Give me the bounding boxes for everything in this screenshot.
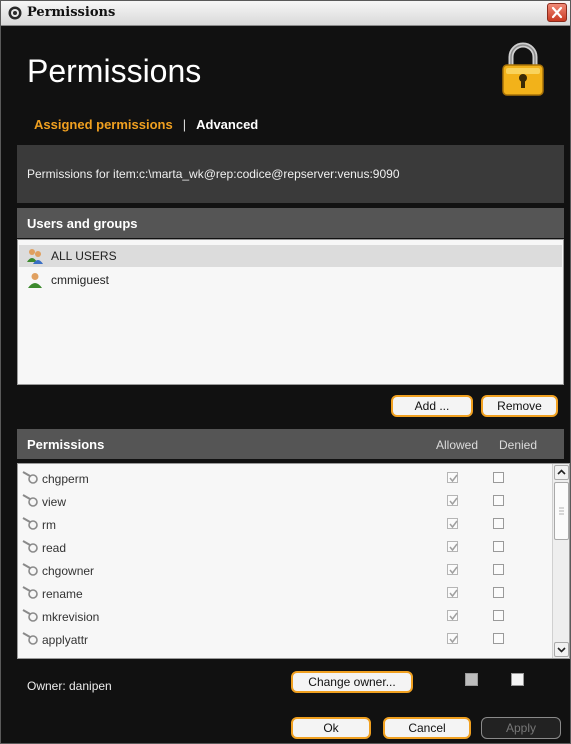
permission-name: chgowner bbox=[42, 564, 95, 578]
allowed-checkbox[interactable] bbox=[447, 633, 458, 644]
tab-separator: | bbox=[182, 117, 187, 132]
users-list[interactable]: ALL USERS cmmiguest bbox=[17, 239, 564, 385]
close-icon bbox=[551, 6, 563, 19]
permission-name: view bbox=[42, 495, 67, 509]
permissions-window: Permissions Permissions Assigned permiss… bbox=[0, 0, 571, 744]
list-item-all-users[interactable]: ALL USERS bbox=[19, 245, 562, 267]
close-button[interactable] bbox=[547, 3, 567, 22]
page-title: Permissions bbox=[27, 53, 202, 89]
scroll-thumb[interactable] bbox=[554, 482, 569, 540]
item-path-bar: Permissions for item:c:\marta_wk@rep:cod… bbox=[17, 145, 564, 203]
lock-icon bbox=[501, 41, 545, 97]
allowed-all-checkbox[interactable] bbox=[465, 673, 478, 686]
user-name: cmmiguest bbox=[51, 273, 110, 287]
permission-name: read bbox=[42, 541, 67, 555]
remove-user-button[interactable]: Remove bbox=[481, 395, 558, 417]
permissions-list[interactable]: chgperm view rm read chgowner rename mkr… bbox=[17, 463, 570, 659]
permission-row[interactable]: applyattr bbox=[18, 628, 550, 651]
permission-name: rename bbox=[42, 587, 83, 601]
denied-all-checkbox[interactable] bbox=[511, 673, 524, 686]
denied-checkbox[interactable] bbox=[493, 495, 504, 506]
allowed-checkbox[interactable] bbox=[447, 610, 458, 621]
owner-label: Owner: danipen bbox=[27, 679, 112, 693]
key-icon bbox=[21, 540, 39, 554]
grip-icon bbox=[559, 507, 564, 515]
allowed-checkbox[interactable] bbox=[447, 495, 458, 506]
cancel-button[interactable]: Cancel bbox=[383, 717, 471, 739]
key-icon bbox=[21, 494, 39, 508]
permission-row[interactable]: mkrevision bbox=[18, 605, 550, 628]
scroll-down-button[interactable] bbox=[554, 642, 569, 657]
denied-checkbox[interactable] bbox=[493, 587, 504, 598]
scroll-up-button[interactable] bbox=[554, 465, 569, 480]
ok-button[interactable]: Ok bbox=[291, 717, 371, 739]
key-icon bbox=[21, 563, 39, 577]
denied-checkbox[interactable] bbox=[493, 518, 504, 529]
allowed-checkbox[interactable] bbox=[447, 564, 458, 575]
add-user-button[interactable]: Add ... bbox=[391, 395, 473, 417]
list-item-cmmiguest[interactable]: cmmiguest bbox=[19, 269, 562, 291]
allowed-checkbox[interactable] bbox=[447, 518, 458, 529]
allowed-checkbox[interactable] bbox=[447, 541, 458, 552]
key-icon bbox=[21, 471, 39, 485]
key-icon bbox=[21, 517, 39, 531]
allowed-column-header: Allowed bbox=[436, 438, 479, 452]
permissions-scrollbar[interactable] bbox=[552, 464, 569, 658]
denied-checkbox[interactable] bbox=[493, 610, 504, 621]
denied-checkbox[interactable] bbox=[493, 541, 504, 552]
permission-row[interactable]: view bbox=[18, 490, 550, 513]
group-icon bbox=[27, 248, 43, 264]
key-icon bbox=[21, 632, 39, 646]
permission-name: mkrevision bbox=[42, 610, 100, 624]
permissions-header: Permissions Allowed Denied bbox=[17, 429, 564, 459]
key-icon bbox=[21, 609, 39, 623]
user-name: ALL USERS bbox=[51, 249, 117, 263]
item-path-text: Permissions for item:c:\marta_wk@rep:cod… bbox=[27, 167, 400, 181]
denied-column-header: Denied bbox=[499, 438, 538, 452]
permission-name: applyattr bbox=[42, 633, 89, 647]
permission-row[interactable]: rename bbox=[18, 582, 550, 605]
chevron-up-icon bbox=[557, 469, 566, 475]
denied-checkbox[interactable] bbox=[493, 472, 504, 483]
permission-row[interactable]: chgperm bbox=[18, 467, 550, 490]
denied-checkbox[interactable] bbox=[493, 564, 504, 575]
apply-button[interactable]: Apply bbox=[481, 717, 561, 739]
user-icon bbox=[27, 272, 43, 288]
chevron-down-icon bbox=[557, 647, 566, 653]
tab-advanced[interactable]: Advanced bbox=[196, 117, 258, 132]
permission-row[interactable]: read bbox=[18, 536, 550, 559]
permission-row[interactable]: chgowner bbox=[18, 559, 550, 582]
allowed-checkbox[interactable] bbox=[447, 472, 458, 483]
change-owner-button[interactable]: Change owner... bbox=[291, 671, 413, 693]
tab-bar: Assigned permissions | Advanced bbox=[34, 117, 258, 132]
window-title: Permissions bbox=[27, 5, 116, 20]
tab-assigned-permissions[interactable]: Assigned permissions bbox=[34, 117, 173, 132]
key-icon bbox=[21, 586, 39, 600]
permission-row[interactable]: rm bbox=[18, 513, 550, 536]
denied-checkbox[interactable] bbox=[493, 633, 504, 644]
allowed-checkbox[interactable] bbox=[447, 587, 458, 598]
permission-name: chgperm bbox=[42, 472, 89, 486]
users-groups-title: Users and groups bbox=[27, 216, 138, 231]
users-groups-header: Users and groups bbox=[17, 208, 564, 238]
app-gear-icon bbox=[7, 5, 23, 21]
permission-name: rm bbox=[42, 518, 56, 532]
permissions-title: Permissions bbox=[27, 437, 105, 452]
title-bar[interactable]: Permissions bbox=[1, 1, 570, 26]
